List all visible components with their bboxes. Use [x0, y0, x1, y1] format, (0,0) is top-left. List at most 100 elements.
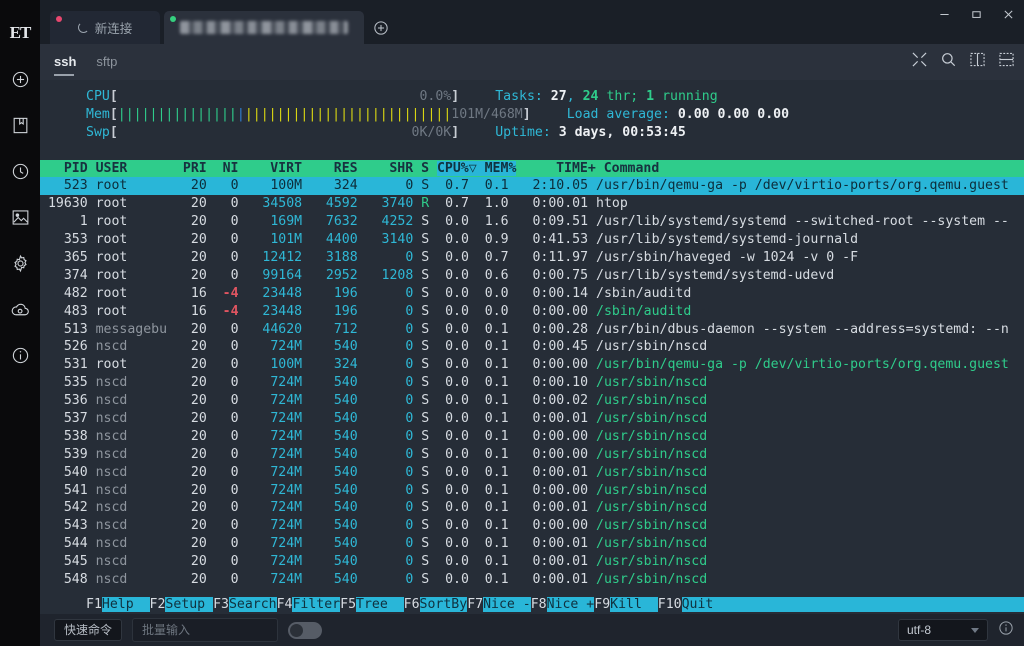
htop-process-row[interactable]: 538 nscd 20 0 724M 540 0 S 0.0 0.1 0:00.…	[40, 428, 1024, 446]
info-icon	[11, 346, 30, 365]
maximize-icon	[971, 9, 982, 20]
session-tab-new-connection[interactable]: 新连接	[50, 11, 160, 44]
loading-spinner-icon	[78, 22, 89, 33]
fn-key-label[interactable]: Search	[229, 597, 277, 612]
plus-circle-icon	[373, 20, 389, 36]
htop-process-row[interactable]: 539 nscd 20 0 724M 540 0 S 0.0 0.1 0:00.…	[40, 446, 1024, 464]
quick-command-button[interactable]: 快速命令	[54, 619, 122, 641]
app-logo: ET	[0, 10, 40, 56]
htop-process-row[interactable]: 1 root 20 0 169M 7632 4252 S 0.0 1.6 0:0…	[40, 213, 1024, 231]
htop-meter-spacer	[40, 142, 1024, 160]
minimize-icon	[939, 9, 950, 20]
rail-new-session[interactable]	[0, 56, 40, 102]
session-tab-strip: 新连接	[40, 0, 394, 44]
fn-key-label[interactable]: Quit	[682, 597, 714, 612]
htop-process-row[interactable]: 548 nscd 20 0 724M 540 0 S 0.0 0.1 0:00.…	[40, 571, 1024, 589]
htop-process-row[interactable]: 536 nscd 20 0 724M 540 0 S 0.0 0.1 0:00.…	[40, 392, 1024, 410]
batch-input-field[interactable]: 批量输入	[132, 618, 278, 642]
htop-process-row[interactable]: 545 nscd 20 0 724M 540 0 S 0.0 0.1 0:00.…	[40, 553, 1024, 571]
close-button[interactable]	[992, 0, 1024, 28]
htop-meter-row: CPU[ 0.0%]Tasks: 27, 24 thr; 1 running	[40, 88, 1024, 106]
encoding-select[interactable]: utf-8	[898, 619, 988, 641]
rail-settings[interactable]	[0, 240, 40, 286]
bookmark-icon	[12, 116, 29, 135]
htop-process-row[interactable]: 19630 root 20 0 34508 4592 3740 R 0.7 1.…	[40, 195, 1024, 213]
cloud-icon	[10, 301, 31, 318]
plus-circle-icon	[11, 70, 30, 89]
rail-history[interactable]	[0, 148, 40, 194]
split-vertical-icon	[970, 52, 985, 67]
rail-bookmarks[interactable]	[0, 102, 40, 148]
left-rail: ET	[0, 0, 40, 646]
htop-function-key-bar[interactable]: F1Help F2Setup F3SearchF4FilterF5Tree F6…	[40, 596, 1024, 614]
fn-key-filler	[713, 597, 1024, 612]
htop-process-row[interactable]: 537 nscd 20 0 724M 540 0 S 0.0 0.1 0:00.…	[40, 410, 1024, 428]
htop-process-row[interactable]: 535 nscd 20 0 724M 540 0 S 0.0 0.1 0:00.…	[40, 374, 1024, 392]
fn-key-label[interactable]: Filter	[292, 597, 340, 612]
rail-about[interactable]	[0, 332, 40, 378]
fn-key-label[interactable]: Nice -	[483, 597, 531, 612]
rail-snippets[interactable]	[0, 194, 40, 240]
htop-process-row[interactable]: 543 nscd 20 0 724M 540 0 S 0.0 0.1 0:00.…	[40, 517, 1024, 535]
htop-process-row[interactable]: 541 nscd 20 0 724M 540 0 S 0.0 0.1 0:00.…	[40, 482, 1024, 500]
terminal-htop[interactable]: CPU[ 0.0%]Tasks: 27, 24 thr; 1 runningMe…	[40, 80, 1024, 614]
htop-process-row[interactable]: 531 root 20 0 100M 324 0 S 0.0 0.1 0:00.…	[40, 356, 1024, 374]
titlebar: 新连接	[40, 0, 1024, 44]
htop-process-row[interactable]: 353 root 20 0 101M 4400 3140 S 0.0 0.9 0…	[40, 231, 1024, 249]
info-button[interactable]	[998, 620, 1014, 641]
fn-key-label[interactable]: Kill	[610, 597, 658, 612]
htop-process-row[interactable]: 542 nscd 20 0 724M 540 0 S 0.0 0.1 0:00.…	[40, 499, 1024, 517]
bottom-bar-right: utf-8	[898, 619, 1014, 641]
fullscreen-button[interactable]	[912, 52, 927, 72]
window-controls	[928, 0, 1024, 28]
fn-key-number: F9	[594, 597, 610, 612]
htop-table-header[interactable]: PID USER PRI NI VIRT RES SHR S CPU%▽ MEM…	[40, 160, 1024, 178]
toolbar-icons	[912, 52, 1014, 72]
fn-key-label[interactable]: Nice +	[547, 597, 595, 612]
image-icon	[11, 209, 30, 226]
session-tab-label-blurred	[180, 21, 348, 34]
encoding-value: utf-8	[907, 624, 931, 636]
info-icon	[998, 620, 1014, 636]
htop-process-row[interactable]: 374 root 20 0 99164 2952 1208 S 0.0 0.6 …	[40, 267, 1024, 285]
split-vertical-button[interactable]	[970, 52, 985, 72]
batch-input-toggle[interactable]	[288, 622, 322, 639]
gear-icon	[11, 254, 30, 273]
tab-ssh[interactable]: ssh	[54, 54, 76, 71]
htop-process-row[interactable]: 540 nscd 20 0 724M 540 0 S 0.0 0.1 0:00.…	[40, 464, 1024, 482]
htop-meter-row: Mem[||||||||||||||||||||||||||||||||||||…	[40, 106, 1024, 124]
close-icon	[1003, 9, 1014, 20]
fn-key-label[interactable]: Tree	[356, 597, 404, 612]
maximize-button[interactable]	[960, 0, 992, 28]
htop-process-row[interactable]: 526 nscd 20 0 724M 540 0 S 0.0 0.1 0:00.…	[40, 338, 1024, 356]
main-column: 新连接	[40, 0, 1024, 646]
rail-cloud-sync[interactable]	[0, 286, 40, 332]
clock-icon	[11, 162, 30, 181]
htop-process-row[interactable]: 544 nscd 20 0 724M 540 0 S 0.0 0.1 0:00.…	[40, 535, 1024, 553]
htop-process-row[interactable]: 483 root 16 -4 23448 196 0 S 0.0 0.0 0:0…	[40, 303, 1024, 321]
htop-process-row[interactable]: 523 root 20 0 100M 324 0 S 0.7 0.1 2:10.…	[40, 177, 1024, 195]
fn-key-number: F6	[404, 597, 420, 612]
bottom-status-bar: 快速命令 批量输入 utf-8	[40, 614, 1024, 646]
session-tab-active[interactable]	[164, 11, 364, 44]
htop-meters: CPU[ 0.0%]Tasks: 27, 24 thr; 1 runningMe…	[40, 88, 1024, 160]
fn-key-number: F2	[150, 597, 166, 612]
search-icon	[941, 52, 956, 67]
fn-key-label[interactable]: Setup	[165, 597, 213, 612]
split-horizontal-icon	[999, 52, 1014, 67]
htop-process-table: PID USER PRI NI VIRT RES SHR S CPU%▽ MEM…	[40, 160, 1024, 589]
htop-process-row[interactable]: 513 messagebu 20 0 44620 712 0 S 0.0 0.1…	[40, 321, 1024, 339]
split-horizontal-button[interactable]	[999, 52, 1014, 72]
htop-sort-column-header: CPU%▽ MEM%	[437, 161, 516, 176]
search-button[interactable]	[941, 52, 956, 72]
fn-key-label[interactable]: SortBy	[420, 597, 468, 612]
fn-key-number: F5	[340, 597, 356, 612]
tab-sftp[interactable]: sftp	[96, 54, 117, 71]
minimize-button[interactable]	[928, 0, 960, 28]
fn-key-label[interactable]: Help	[102, 597, 150, 612]
htop-process-row[interactable]: 482 root 16 -4 23448 196 0 S 0.0 0.0 0:0…	[40, 285, 1024, 303]
session-tab-label: 新连接	[95, 18, 133, 37]
et-logo-icon: ET	[10, 23, 31, 43]
htop-process-row[interactable]: 365 root 20 0 12412 3188 0 S 0.0 0.7 0:1…	[40, 249, 1024, 267]
add-session-tab-button[interactable]	[368, 11, 394, 44]
